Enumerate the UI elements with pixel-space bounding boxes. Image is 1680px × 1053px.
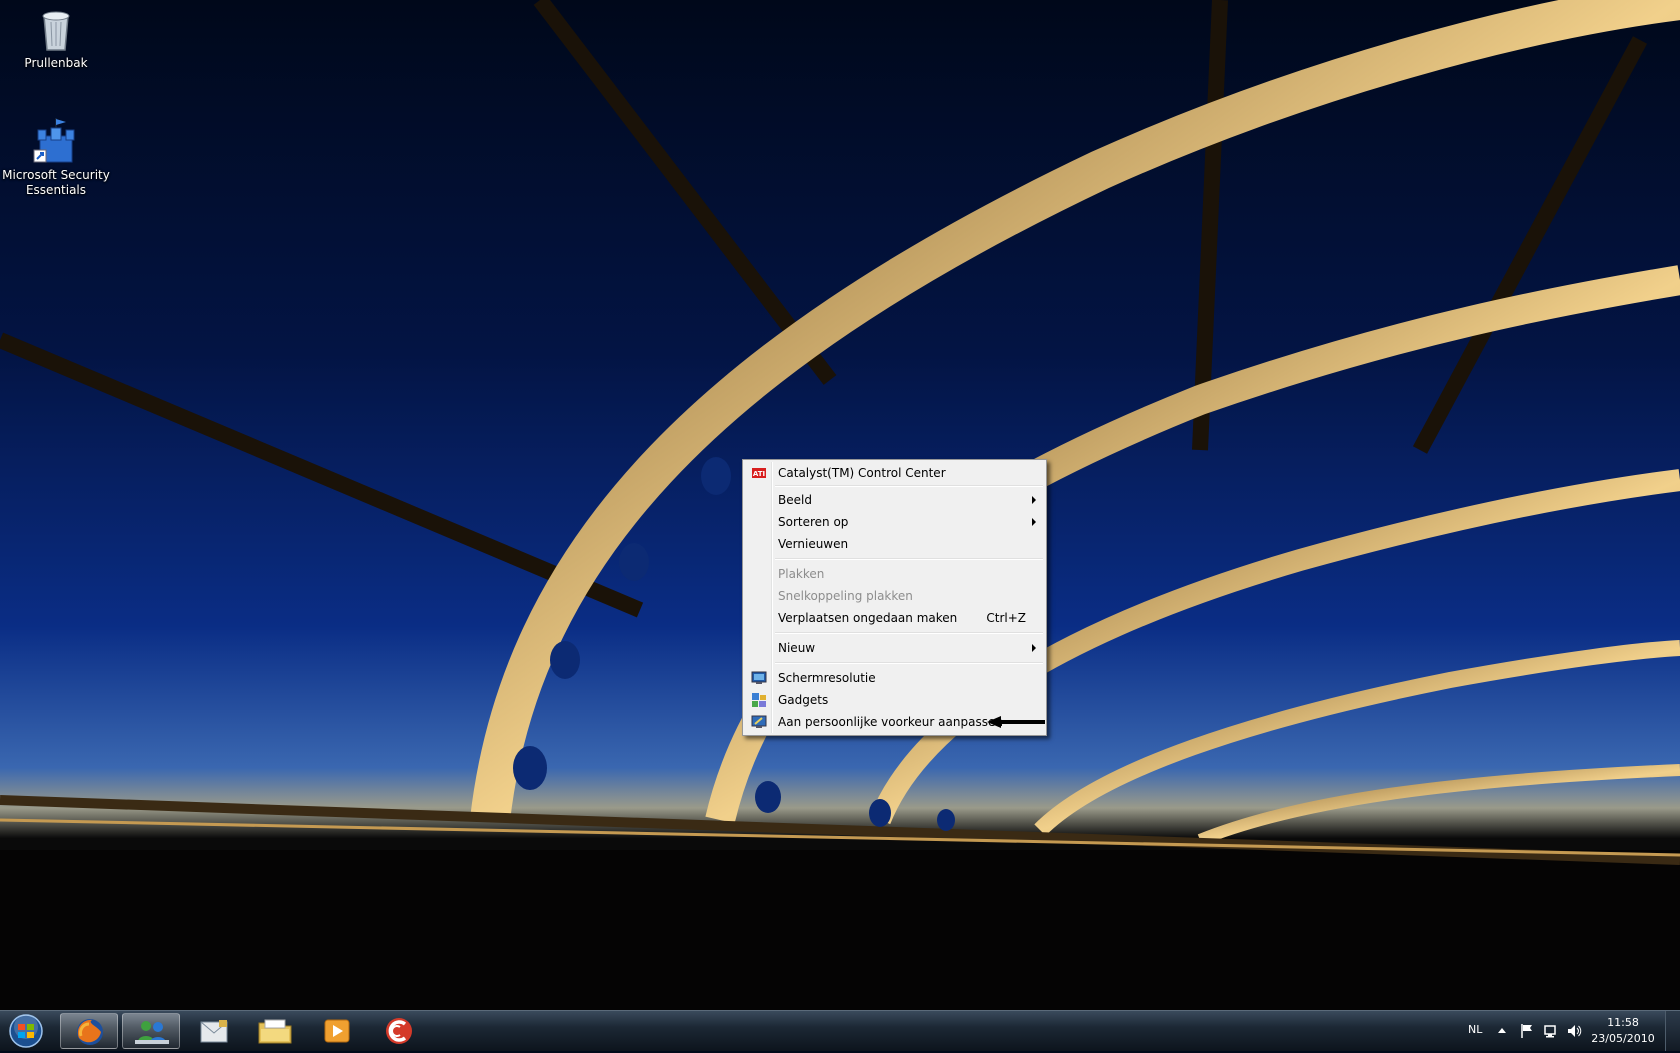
menu-item-label: Catalyst(TM) Control Center [778,466,946,480]
taskbar-button-media-player[interactable] [308,1013,366,1049]
annotation-arrow-icon [985,714,1047,733]
menu-item-vernieuwen[interactable]: Vernieuwen [745,533,1044,555]
taskbar-button-ccleaner[interactable] [370,1013,428,1049]
menu-item-label: Sorteren op [778,515,849,529]
system-clock[interactable]: 11:58 23/05/2010 [1588,1015,1658,1047]
ati-icon: ATI [751,465,767,481]
start-button[interactable] [3,1013,49,1049]
menu-item-label: Vernieuwen [778,537,849,551]
desktop-icon-label: Prullenbak [24,56,88,70]
gadgets-icon [751,692,767,708]
start-orb-icon [9,1014,43,1048]
security-essentials-icon [32,118,80,166]
action-center-flag-icon[interactable] [1520,1023,1534,1042]
menu-item-shortcut: Ctrl+Z [986,611,1026,625]
menu-item-label: Gadgets [778,693,829,707]
show-desktop-button[interactable] [1665,1011,1680,1051]
menu-item-catalyst[interactable]: ATI Catalyst(TM) Control Center [745,462,1044,484]
taskbar-button-messenger[interactable] [122,1013,180,1049]
menu-separator [775,558,1043,560]
menu-separator [775,632,1043,634]
menu-separator [775,485,1043,487]
menu-item-sorteren-op[interactable]: Sorteren op [745,511,1044,533]
menu-item-snelkoppeling-plakken: Snelkoppeling plakken [745,585,1044,607]
recycle-bin-icon [32,6,80,54]
menu-item-persoonlijke-voorkeur[interactable]: Aan persoonlijke voorkeur aanpassen [745,711,1047,733]
menu-item-label: Aan persoonlijke voorkeur aanpassen [778,715,1003,729]
desktop-icon-recycle-bin[interactable]: Prullenbak [2,6,110,71]
taskbar: NL 11:58 23/05/2010 [0,1010,1680,1051]
ccleaner-icon [386,1018,412,1044]
display-icon [751,670,767,686]
show-hidden-icons-icon[interactable] [1498,1028,1506,1033]
media-player-icon [324,1019,350,1043]
personalize-icon [751,714,767,730]
menu-item-schermresolutie[interactable]: Schermresolutie [745,667,1044,689]
taskbar-button-explorer[interactable] [246,1013,304,1049]
menu-item-nieuw[interactable]: Nieuw [745,637,1044,659]
clock-time: 11:58 [1607,1016,1639,1029]
messenger-icon [135,1021,169,1044]
menu-item-label: Schermresolutie [778,671,876,685]
network-icon[interactable] [1543,1023,1559,1042]
taskbar-button-firefox[interactable] [60,1013,118,1049]
menu-item-label: Snelkoppeling plakken [778,589,913,603]
menu-item-gadgets[interactable]: Gadgets [745,689,1044,711]
desktop-icon-label: Microsoft Security Essentials [2,168,110,197]
menu-item-label: Plakken [778,567,825,581]
menu-item-label: Nieuw [778,641,816,655]
menu-separator [775,662,1043,664]
menu-item-label: Verplaatsen ongedaan maken [778,611,958,625]
menu-item-verplaatsen-ongedaan-maken[interactable]: Verplaatsen ongedaan maken Ctrl+Z [745,607,1044,629]
desktop-context-menu: ATI Catalyst(TM) Control Center Beeld So… [742,459,1047,736]
svg-text:ATI: ATI [753,470,765,478]
menu-item-beeld[interactable]: Beeld [745,489,1044,511]
language-indicator[interactable]: NL [1468,1023,1482,1036]
mail-icon [200,1020,228,1043]
firefox-icon [77,1019,103,1045]
menu-item-plakken: Plakken [745,563,1044,585]
volume-icon[interactable] [1566,1023,1582,1042]
menu-item-label: Beeld [778,493,812,507]
submenu-arrow-icon [1032,644,1036,652]
desktop-icon-security-essentials[interactable]: Microsoft Security Essentials [2,118,110,198]
submenu-arrow-icon [1032,518,1036,526]
submenu-arrow-icon [1032,496,1036,504]
clock-date: 23/05/2010 [1591,1032,1655,1045]
taskbar-button-mail[interactable] [185,1013,243,1049]
explorer-folder-icon [258,1019,292,1044]
